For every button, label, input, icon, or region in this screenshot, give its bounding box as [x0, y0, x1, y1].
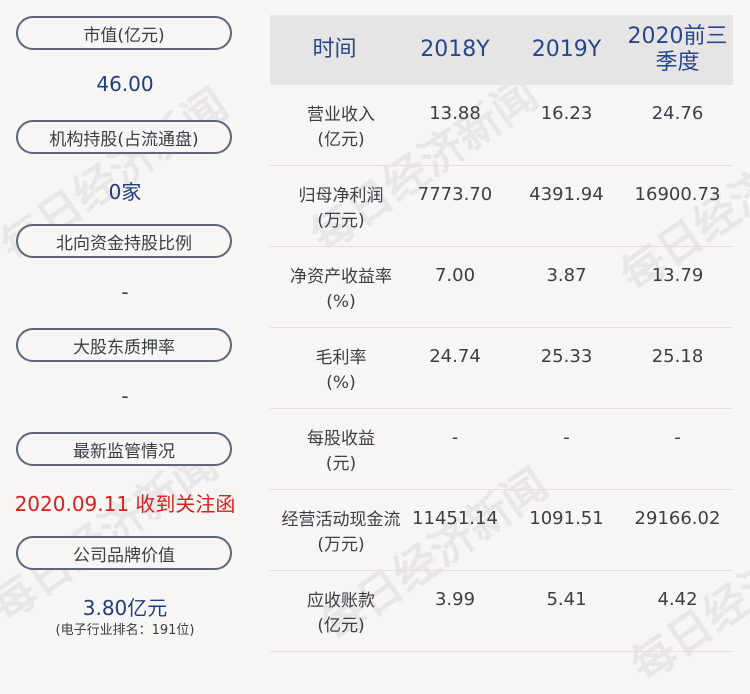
cell-2018: 11451.14 [412, 508, 498, 529]
cell-2020q3: 25.18 [651, 346, 704, 367]
header-2018: 2018Y [420, 37, 490, 62]
cell-2018: 13.88 [429, 103, 481, 124]
row-label: 应收账款 (亿元) [307, 591, 375, 636]
row-label: 毛利率 (%) [315, 348, 367, 393]
regulatory-status-label: 最新监管情况 [16, 432, 232, 466]
financial-table: 时间 2018Y 2019Y 2020前三季度 营业收入 (亿元) 13.88 1… [270, 15, 733, 652]
cell-2018: 7773.70 [417, 184, 493, 205]
table-row: 归母净利润 (万元) 7773.70 4391.94 16900.73 [270, 166, 733, 247]
table-row: 毛利率 (%) 24.74 25.33 25.18 [270, 328, 733, 409]
cell-2018: - [451, 427, 459, 448]
northbound-ratio-label: 北向资金持股比例 [16, 224, 232, 258]
row-label: 经营活动现金流 (万元) [281, 510, 401, 555]
cell-2018: 3.99 [434, 589, 476, 610]
cell-2019: 1091.51 [529, 508, 604, 529]
cell-2019: 3.87 [546, 265, 587, 286]
table-row: 净资产收益率 (%) 7.00 3.87 13.79 [270, 247, 733, 328]
row-label: 净资产收益率 (%) [290, 267, 392, 312]
cell-2019: 25.33 [540, 346, 593, 367]
table-row: 应收账款 (亿元) 3.99 5.41 4.42 [270, 571, 733, 652]
cell-2020q3: - [674, 427, 681, 448]
cell-2020q3: 4.42 [657, 589, 698, 610]
table-row: 经营活动现金流 (万元) 11451.14 1091.51 29166.02 [270, 490, 733, 571]
table-row: 营业收入 (亿元) 13.88 16.23 24.76 [270, 85, 733, 166]
market-cap-value: 46.00 [96, 72, 154, 96]
cell-2019: - [563, 427, 570, 448]
brand-value-label: 公司品牌价值 [16, 536, 232, 570]
cell-2018: 24.74 [429, 346, 481, 367]
row-label: 营业收入 (亿元) [307, 105, 375, 150]
pledge-rate-value: - [121, 384, 129, 408]
regulatory-status-value: 2020.09.11 收到关注函 [14, 492, 236, 516]
market-cap-label: 市值(亿元) [16, 16, 232, 50]
cell-2020q3: 13.79 [651, 265, 704, 286]
stock-summary-panel: 市值(亿元) 46.00 机构持股(占流通盘) 0家 北向资金持股比例 - 大股… [0, 0, 250, 667]
header-2019: 2019Y [531, 37, 602, 62]
row-label: 每股收益 (元) [307, 429, 375, 474]
institution-holding-value: 0家 [108, 180, 142, 204]
cell-2019: 5.41 [546, 589, 587, 610]
pledge-rate-label: 大股东质押率 [16, 328, 232, 362]
cell-2019: 16.23 [540, 103, 593, 124]
row-label: 归母净利润 (万元) [298, 186, 384, 231]
cell-2020q3: 16900.73 [634, 184, 721, 205]
header-time: 时间 [312, 37, 357, 62]
table-row: 每股收益 (元) - - - [270, 409, 733, 490]
cell-2019: 4391.94 [529, 184, 604, 205]
brand-value-rank: (电子行业排名：191位) [55, 623, 195, 638]
brand-value-value: 3.80亿元 [82, 596, 168, 620]
cell-2020q3: 24.76 [651, 103, 704, 124]
cell-2020q3: 29166.02 [634, 508, 721, 529]
northbound-ratio-value: - [121, 280, 129, 304]
header-2020q3: 2020前三季度 [627, 24, 728, 75]
cell-2018: 7.00 [434, 265, 476, 286]
institution-holding-label: 机构持股(占流通盘) [16, 120, 232, 154]
table-header: 时间 2018Y 2019Y 2020前三季度 [270, 15, 733, 85]
